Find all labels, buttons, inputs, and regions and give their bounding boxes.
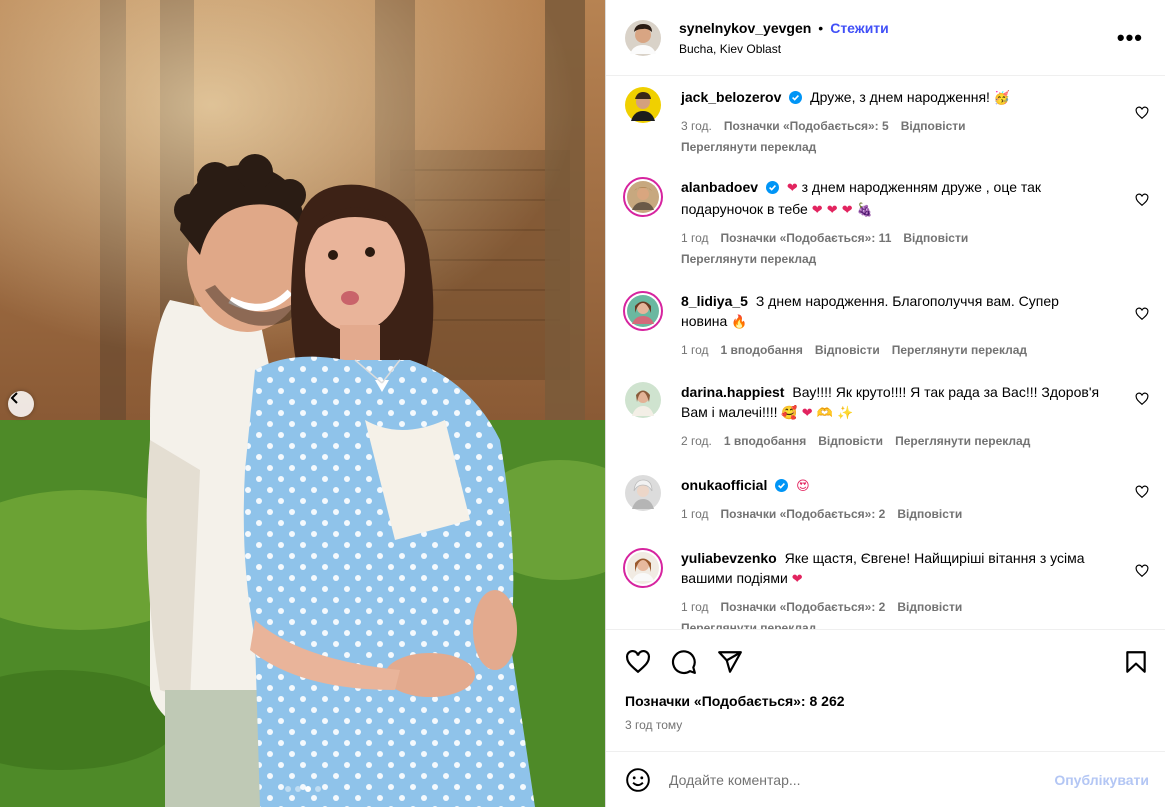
reply-button[interactable]: Відповісти: [818, 434, 883, 448]
see-translation-button[interactable]: Переглянути переклад: [681, 252, 1101, 266]
comment-time[interactable]: 1 год: [681, 600, 709, 614]
slide-dot-active: [304, 786, 311, 792]
reply-button[interactable]: Відповісти: [903, 231, 968, 245]
post-location[interactable]: Bucha, Kiev Oblast: [679, 42, 1113, 56]
comment-likes[interactable]: 1 вподобання: [721, 343, 803, 357]
commenter-avatar[interactable]: [623, 291, 663, 331]
comment-time[interactable]: 1 год: [681, 231, 709, 245]
like-comment-heart-icon[interactable]: [1135, 485, 1149, 499]
like-comment-heart-icon[interactable]: [1135, 564, 1149, 578]
like-comment-heart-icon[interactable]: [1135, 307, 1149, 321]
bookmark-icon[interactable]: [1123, 649, 1149, 675]
comment-username[interactable]: yuliabevzenko: [681, 550, 777, 566]
previous-slide-button[interactable]: [8, 391, 34, 417]
more-options-button[interactable]: •••: [1113, 25, 1147, 51]
separator-dot: •: [818, 19, 824, 36]
comment-time[interactable]: 1 год: [681, 343, 709, 357]
comment-likes[interactable]: Позначки «Подобається»: 2: [721, 507, 886, 521]
comment-emoji: 🥳: [993, 91, 1010, 106]
see-translation-button[interactable]: Переглянути переклад: [892, 343, 1027, 357]
post-photo[interactable]: [0, 0, 605, 807]
like-comment-heart-icon[interactable]: [1135, 106, 1149, 120]
comment-username[interactable]: darina.happiest: [681, 384, 784, 400]
like-comment-heart-icon[interactable]: [1135, 392, 1149, 406]
comment-item: onukaofficial 😍 1 год Позначки «Подобаєт…: [625, 475, 1149, 521]
couple-photo: [0, 0, 605, 807]
post-modal: synelnykov_yevgen • Стежити Bucha, Kiev …: [0, 0, 1165, 807]
chevron-left-icon: [10, 392, 18, 404]
post-details-panel: synelnykov_yevgen • Стежити Bucha, Kiev …: [605, 0, 1165, 807]
comment-time[interactable]: 1 год: [681, 507, 709, 521]
follow-button[interactable]: Стежити: [830, 20, 889, 36]
comment-emoji: 😍: [796, 479, 810, 494]
commenter-avatar[interactable]: [623, 177, 663, 217]
commenter-avatar[interactable]: [625, 87, 661, 123]
author-username[interactable]: synelnykov_yevgen: [679, 20, 811, 36]
slide-dot: [294, 786, 301, 792]
reply-button[interactable]: Відповісти: [897, 507, 962, 521]
verified-badge-icon: [789, 91, 803, 104]
comment-username[interactable]: 8_lidiya_5: [681, 293, 748, 309]
comment-input[interactable]: [669, 771, 1055, 788]
add-comment-bar: Опублікувати: [606, 751, 1165, 807]
like-heart-icon[interactable]: [625, 649, 651, 675]
commenter-avatar[interactable]: [623, 548, 663, 588]
comments-list[interactable]: jack_belozerov Друже, з днем народження!…: [606, 76, 1165, 629]
comment-emoji: 🔥: [731, 315, 748, 330]
see-translation-button[interactable]: Переглянути переклад: [681, 621, 1101, 629]
comment-item: alanbadoev ❤ з днем народженням друже , …: [623, 177, 1149, 266]
comment-username[interactable]: alanbadoev: [681, 179, 758, 195]
comment-username[interactable]: jack_belozerov: [681, 89, 781, 105]
comment-bubble-icon[interactable]: [671, 649, 697, 675]
post-action-bar: [606, 629, 1165, 693]
verified-badge-icon: [765, 181, 779, 194]
verified-badge-icon: [775, 479, 789, 492]
comment-emoji: 🥰 ❤ 🫶 ✨: [781, 406, 854, 421]
comment-time[interactable]: 2 год.: [681, 434, 712, 448]
reply-button[interactable]: Відповісти: [815, 343, 880, 357]
author-avatar[interactable]: [625, 19, 661, 56]
comment-likes[interactable]: Позначки «Подобається»: 2: [721, 600, 886, 614]
comment-likes[interactable]: Позначки «Подобається»: 11: [721, 231, 892, 245]
commenter-avatar[interactable]: [625, 475, 661, 511]
comment-likes[interactable]: Позначки «Подобається»: 5: [724, 119, 889, 133]
commenter-avatar[interactable]: [625, 382, 661, 418]
post-likes-count[interactable]: Позначки «Подобається»: 8 262: [606, 693, 1165, 715]
comment-username[interactable]: onukaofficial: [681, 477, 767, 493]
comment-emoji: ❤ ❤ ❤ 🍇: [811, 203, 873, 218]
reply-button[interactable]: Відповісти: [897, 600, 962, 614]
comment-emoji: ❤: [786, 181, 798, 196]
slide-dot: [314, 786, 321, 792]
like-comment-heart-icon[interactable]: [1135, 193, 1149, 207]
post-header: synelnykov_yevgen • Стежити Bucha, Kiev …: [606, 0, 1165, 76]
publish-comment-button[interactable]: Опублікувати: [1054, 772, 1149, 788]
comment-time[interactable]: 3 год.: [681, 119, 712, 133]
comment-likes[interactable]: 1 вподобання: [724, 434, 806, 448]
comment-item: yuliabevzenko Яке щастя, Євгене! Найщирі…: [623, 548, 1149, 629]
comment-item: darina.happiest Вау!!!! Як круто!!!! Я т…: [625, 382, 1149, 448]
share-paper-plane-icon[interactable]: [717, 649, 743, 675]
slide-dot: [284, 786, 291, 792]
comment-item: 8_lidiya_5 З днем народження. Благополуч…: [623, 291, 1149, 357]
comment-item: jack_belozerov Друже, з днем народження!…: [625, 87, 1149, 154]
post-timestamp[interactable]: 3 год тому: [606, 718, 1165, 750]
comment-emoji: ❤: [791, 572, 803, 587]
see-translation-button[interactable]: Переглянути переклад: [681, 140, 1101, 154]
comment-text: Друже, з днем народження!: [810, 89, 990, 105]
see-translation-button[interactable]: Переглянути переклад: [895, 434, 1030, 448]
reply-button[interactable]: Відповісти: [901, 119, 966, 133]
emoji-picker-icon[interactable]: [625, 767, 651, 793]
slide-indicator: [0, 786, 605, 792]
